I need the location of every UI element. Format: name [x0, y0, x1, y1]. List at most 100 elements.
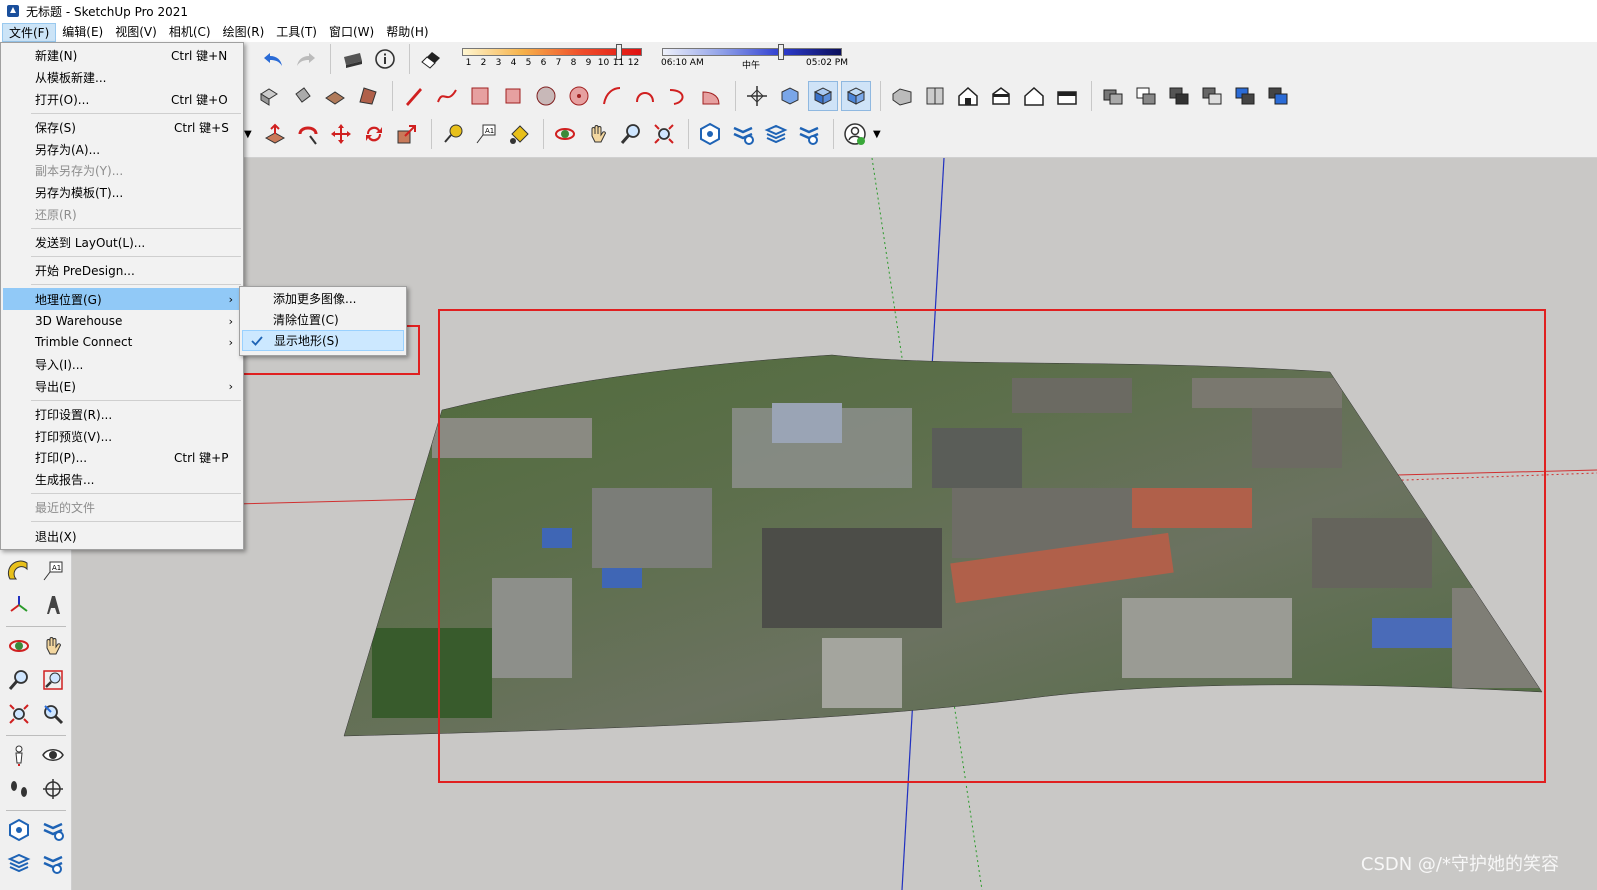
text-button[interactable]: A1 — [471, 119, 501, 149]
menu-edit[interactable]: 编辑(E) — [56, 23, 109, 42]
file-send-to-layout[interactable]: 发送到 LayOut(L)... — [3, 231, 241, 253]
section-plane-button[interactable] — [38, 774, 68, 804]
face-style-button[interactable] — [353, 81, 383, 111]
menu-file[interactable]: 文件(F) — [2, 22, 57, 42]
file-geo-location[interactable]: 地理位置(G) › — [3, 288, 241, 310]
zoom-extents-button[interactable] — [649, 119, 679, 149]
view-top-button[interactable] — [920, 81, 950, 111]
month-slider[interactable] — [462, 48, 642, 56]
xray-button[interactable] — [742, 81, 772, 111]
two-point-arc-button[interactable] — [630, 81, 660, 111]
left-extension-warehouse-button[interactable] — [38, 815, 68, 845]
view-back-button[interactable] — [1019, 81, 1049, 111]
file-print-preview[interactable]: 打印预览(V)... — [3, 425, 241, 447]
file-save[interactable]: 保存(S) Ctrl 键+S — [3, 116, 241, 138]
solid-outer-shell-button[interactable] — [1131, 81, 1161, 111]
undo-button[interactable] — [258, 44, 288, 74]
solid-trim-button[interactable] — [1230, 81, 1260, 111]
freehand-button[interactable] — [432, 81, 462, 111]
move-button[interactable] — [326, 119, 356, 149]
file-save-as-template[interactable]: 另存为模板(T)... — [3, 181, 241, 203]
left-extension-manager-button[interactable] — [38, 848, 68, 878]
file-3d-warehouse[interactable]: 3D Warehouse › — [3, 310, 241, 332]
left-text-button[interactable]: A1 — [38, 556, 68, 586]
toolbar-overflow-arrow[interactable]: ▼ — [244, 129, 256, 140]
geo-show-terrain[interactable]: 显示地形(S) — [242, 330, 404, 351]
left-zoom-button[interactable] — [4, 665, 34, 695]
3d-text-button[interactable] — [38, 590, 68, 620]
left-layout-button[interactable] — [4, 848, 34, 878]
menu-window[interactable]: 窗口(W) — [323, 23, 380, 42]
polygon-button[interactable] — [564, 81, 594, 111]
position-camera-button[interactable] — [4, 740, 34, 770]
follow-me-button[interactable] — [293, 119, 323, 149]
pan-button[interactable] — [583, 119, 613, 149]
model-info-button[interactable] — [370, 44, 400, 74]
menu-draw[interactable]: 绘图(R) — [217, 23, 271, 42]
file-exit[interactable]: 退出(X) — [3, 525, 241, 547]
menu-camera[interactable]: 相机(C) — [163, 23, 217, 42]
tape-measure-button[interactable] — [438, 119, 468, 149]
menu-tools[interactable]: 工具(T) — [270, 23, 323, 42]
view-left-button[interactable] — [1052, 81, 1082, 111]
time-slider-thumb[interactable] — [778, 44, 784, 60]
paint-bucket-button[interactable] — [504, 119, 534, 149]
view-front-button[interactable] — [953, 81, 983, 111]
file-export[interactable]: 导出(E) › — [3, 375, 241, 397]
axes-button[interactable] — [4, 590, 34, 620]
style-textured-button[interactable] — [841, 81, 871, 111]
account-dropdown-arrow[interactable]: ▼ — [873, 129, 885, 140]
solid-intersect-button[interactable] — [1164, 81, 1194, 111]
three-point-arc-button[interactable] — [663, 81, 693, 111]
zoom-window-button[interactable] — [38, 665, 68, 695]
zoom-button[interactable] — [616, 119, 646, 149]
scale-button[interactable] — [392, 119, 422, 149]
sandbox-button[interactable] — [320, 81, 350, 111]
view-iso-button[interactable] — [887, 81, 917, 111]
left-zoom-extents-button[interactable] — [4, 699, 34, 729]
file-generate-report[interactable]: 生成报告... — [3, 468, 241, 490]
rectangle-button[interactable] — [465, 81, 495, 111]
layout-button[interactable] — [761, 119, 791, 149]
menu-help[interactable]: 帮助(H) — [380, 23, 434, 42]
circle-button[interactable] — [531, 81, 561, 111]
previous-view-button[interactable] — [38, 699, 68, 729]
view-right-button[interactable] — [986, 81, 1016, 111]
extension-manager-button[interactable] — [794, 119, 824, 149]
pie-button[interactable] — [696, 81, 726, 111]
file-new[interactable]: 新建(N) Ctrl 键+N — [3, 44, 241, 66]
eraser-button[interactable] — [416, 44, 446, 74]
time-slider[interactable] — [662, 48, 842, 56]
rotate-button[interactable] — [359, 119, 389, 149]
geo-add-more-imagery[interactable]: 添加更多图像... — [242, 288, 404, 309]
file-trimble-connect[interactable]: Trimble Connect › — [3, 331, 241, 353]
push-pull-button[interactable] — [260, 119, 290, 149]
style-xray-button[interactable] — [775, 81, 805, 111]
warehouse-button[interactable] — [695, 119, 725, 149]
print-button[interactable] — [337, 44, 367, 74]
solid-split-button[interactable] — [1263, 81, 1293, 111]
left-pan-button[interactable] — [38, 631, 68, 661]
look-around-button[interactable] — [38, 740, 68, 770]
walk-button[interactable] — [4, 774, 34, 804]
orbit-button[interactable] — [550, 119, 580, 149]
file-new-from-template[interactable]: 从模板新建... — [3, 66, 241, 88]
file-print[interactable]: 打印(P)... Ctrl 键+P — [3, 446, 241, 468]
paint-button[interactable] — [287, 81, 317, 111]
rotated-rectangle-button[interactable] — [498, 81, 528, 111]
arc-button[interactable] — [597, 81, 627, 111]
left-warehouse-button[interactable] — [4, 815, 34, 845]
file-import[interactable]: 导入(I)... — [3, 353, 241, 375]
left-orbit-button[interactable] — [4, 631, 34, 661]
geo-clear-location[interactable]: 清除位置(C) — [242, 309, 404, 330]
file-save-as[interactable]: 另存为(A)... — [3, 138, 241, 160]
component-button[interactable] — [254, 81, 284, 111]
solid-union-button[interactable] — [1098, 81, 1128, 111]
extension-warehouse-button[interactable] — [728, 119, 758, 149]
style-shaded-button[interactable] — [808, 81, 838, 111]
protractor-button[interactable] — [4, 556, 34, 586]
account-button[interactable] — [840, 119, 870, 149]
menu-view[interactable]: 视图(V) — [109, 23, 163, 42]
file-print-setup[interactable]: 打印设置(R)... — [3, 403, 241, 425]
line-button[interactable] — [399, 81, 429, 111]
